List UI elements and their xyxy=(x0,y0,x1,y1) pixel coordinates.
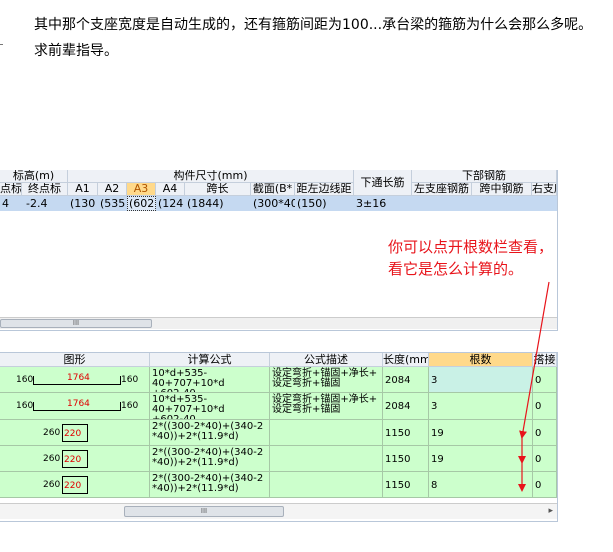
arrow-to-row-3-icon xyxy=(519,281,550,439)
annotation-arrows xyxy=(518,281,550,492)
